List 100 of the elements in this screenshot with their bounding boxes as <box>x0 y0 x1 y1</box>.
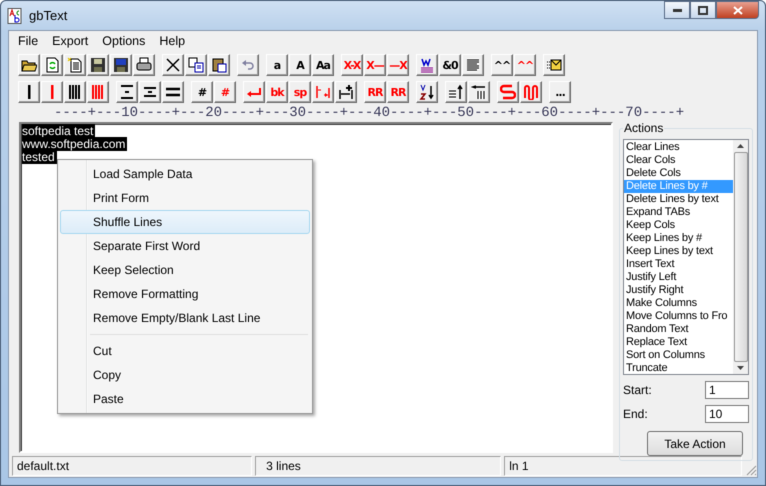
action-list-item[interactable]: Justify Right <box>624 284 733 297</box>
toolbar-button[interactable] <box>543 54 565 76</box>
end-field[interactable]: 10 <box>705 405 749 423</box>
toolbar-button[interactable] <box>116 81 138 103</box>
toolbar-button[interactable] <box>445 81 467 103</box>
center-lines-icon <box>119 84 135 100</box>
refresh-page-icon <box>44 57 60 73</box>
pages-icon <box>188 57 204 73</box>
toolbar-button[interactable] <box>162 81 184 103</box>
context-menu-item[interactable]: Keep Selection <box>60 258 310 282</box>
menu-item[interactable]: File <box>11 34 46 48</box>
action-list-item[interactable]: Clear Cols <box>624 154 733 167</box>
menu-item[interactable]: Help <box>152 34 192 48</box>
toolbar-button[interactable] <box>18 54 40 76</box>
context-menu-item[interactable]: Print Form <box>60 186 310 210</box>
toolbar-button[interactable]: RR <box>387 81 409 103</box>
toolbar-button[interactable] <box>18 81 40 103</box>
toolbar-button[interactable]: Aa <box>312 54 334 76</box>
action-list-item[interactable]: Replace Text <box>624 336 733 349</box>
context-menu-item[interactable]: Remove Empty/Blank Last Line <box>60 306 310 330</box>
cross-icon <box>165 57 181 73</box>
toolbar-button[interactable] <box>462 54 484 76</box>
app-icon <box>7 8 23 24</box>
menu-item[interactable]: Options <box>95 34 152 48</box>
action-list-item[interactable]: Clear Lines <box>624 141 733 154</box>
context-menu-item[interactable]: Load Sample Data <box>60 162 310 186</box>
scroll-up-icon[interactable] <box>737 144 744 148</box>
context-menu-item[interactable]: Copy <box>60 363 310 387</box>
close-icon <box>732 6 742 14</box>
toolbar-button[interactable]: —X <box>387 54 409 76</box>
new-page-icon <box>67 57 83 73</box>
toolbar-button[interactable] <box>416 54 438 76</box>
minimize-button[interactable] <box>664 1 690 19</box>
context-menu-item[interactable]: Cut <box>60 339 310 363</box>
take-action-button[interactable]: Take Action <box>647 431 743 456</box>
minimize-icon <box>672 8 682 12</box>
action-list-item[interactable]: Truncate <box>624 362 733 374</box>
status-bar-cell: 3 lines <box>255 456 502 476</box>
toolbar-button[interactable] <box>468 81 490 103</box>
toolbar-button[interactable] <box>87 54 109 76</box>
action-list-item[interactable]: Insert Text <box>624 258 733 271</box>
toolbar-button[interactable]: RR <box>364 81 386 103</box>
scroll-down-icon[interactable] <box>737 366 744 370</box>
toolbar-button[interactable]: a <box>266 54 288 76</box>
context-menu-item[interactable]: Paste <box>60 387 310 411</box>
action-list-item[interactable]: Expand TABs <box>624 206 733 219</box>
text-lines-icon <box>465 57 481 73</box>
action-list-item[interactable]: Keep Cols <box>624 219 733 232</box>
undo-arrow-icon <box>240 57 256 73</box>
toolbar-button[interactable] <box>64 54 86 76</box>
action-list-item[interactable]: Delete Lines by text <box>624 193 733 206</box>
window-title: gbText <box>29 8 68 23</box>
clipboard-icon <box>211 57 227 73</box>
action-list-item[interactable]: Keep Lines by text <box>624 245 733 258</box>
w-lines-icon <box>419 57 435 73</box>
status-bar-cell: default.txt <box>12 456 252 476</box>
action-list-item[interactable]: Move Columns to Fro <box>624 310 733 323</box>
sort-az-icon <box>419 84 435 100</box>
toolbar-button[interactable]: X-X <box>341 54 363 76</box>
end-label: End: <box>623 407 648 421</box>
toolbar-button[interactable] <box>133 54 155 76</box>
column-ruler: ----+---10----+---20----+---30----+---40----+---50----+---60----+---70----+ <box>53 106 686 120</box>
maximize-icon <box>698 6 708 14</box>
envelope-icon <box>546 57 562 73</box>
vertical-scrollbar[interactable] <box>733 140 748 374</box>
toolbar-button[interactable]: ^^ <box>491 54 513 76</box>
toolbar-button[interactable]: &0 <box>439 54 461 76</box>
context-menu-item[interactable]: Separate First Word <box>60 234 310 258</box>
action-list-item[interactable]: Make Columns <box>624 297 733 310</box>
context-menu-item[interactable]: Remove Formatting <box>60 282 310 306</box>
start-field[interactable]: 1 <box>705 381 749 399</box>
text-editor[interactable]: softpedia test www.softpedia.com tested Load Sample Data Print Form Shuffle Lines Separate First Word Keep Selection Remove Formatting Remove Empty/Blank Last Line Cut Copy Paste <box>19 122 613 453</box>
toolbar-button[interactable]: X— <box>364 54 386 76</box>
toolbar-button[interactable]: # <box>191 81 213 103</box>
toolbar-button[interactable] <box>110 54 132 76</box>
toolbar-button[interactable]: ^^ <box>514 54 536 76</box>
toolbar-button[interactable]: bk <box>266 81 288 103</box>
action-list-item[interactable]: Delete Cols <box>624 167 733 180</box>
action-list-item[interactable]: Justify Left <box>624 271 733 284</box>
close-button[interactable] <box>716 1 759 19</box>
toolbar-button[interactable] <box>41 54 63 76</box>
toolbar-button[interactable]: sp <box>289 81 311 103</box>
toolbar-button[interactable]: A <box>289 54 311 76</box>
toolbar-button[interactable] <box>208 54 230 76</box>
group-title: Actions <box>623 121 664 135</box>
toolbar-button[interactable] <box>185 54 207 76</box>
toolbar-button[interactable] <box>139 81 161 103</box>
maximize-button[interactable] <box>690 1 716 19</box>
toolbar-button[interactable]: ... <box>549 81 571 103</box>
toolbar-button[interactable] <box>416 81 438 103</box>
toolbar-button[interactable] <box>162 54 184 76</box>
action-list-item[interactable]: Sort on Columns <box>624 349 733 362</box>
action-list-item[interactable]: Random Text <box>624 323 733 336</box>
lines-up-icon <box>448 84 464 100</box>
resize-grip-icon[interactable] <box>745 464 757 476</box>
menu-item[interactable]: Export <box>45 34 96 48</box>
toolbar-button[interactable]: # <box>214 81 236 103</box>
context-menu-item[interactable]: Shuffle Lines <box>60 210 310 234</box>
action-list-item[interactable]: Keep Lines by # <box>624 232 733 245</box>
scroll-thumb[interactable] <box>734 152 748 362</box>
